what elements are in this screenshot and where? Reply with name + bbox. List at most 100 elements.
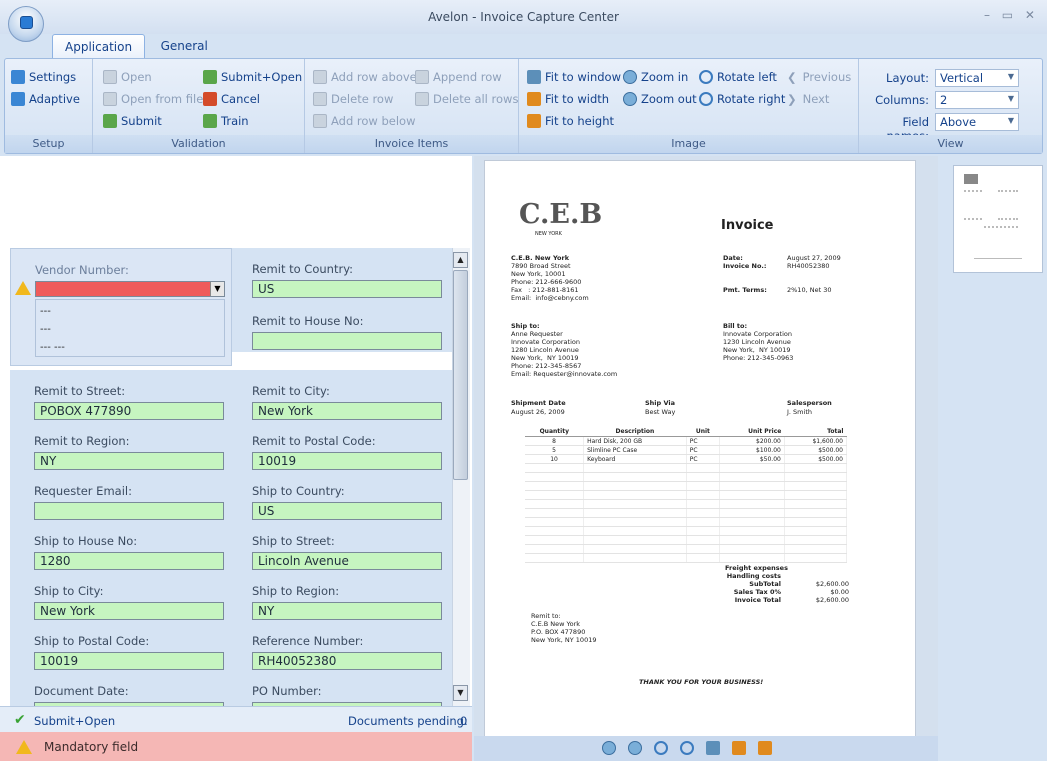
list-item[interactable]: --- [40, 303, 220, 321]
submit-open-link[interactable]: Submit+Open [34, 714, 115, 728]
adaptive-icon [11, 92, 25, 106]
bill-to-address: Bill to: Innovate Corporation 1230 Lincoln… [723, 322, 793, 362]
settings-button[interactable]: Settings [11, 67, 76, 87]
fit-to-height-button[interactable]: Fit to height [527, 111, 614, 131]
vendor-number-combobox[interactable]: ▼ [35, 281, 225, 297]
list-item[interactable]: --- [40, 321, 220, 339]
invoice-logo-sub: NEW YORK [535, 231, 562, 237]
settings-icon [11, 70, 25, 84]
ship-via-header: Ship Via [645, 399, 675, 407]
table-cell [686, 499, 720, 509]
ship-to-city-label: Ship to City: [34, 584, 104, 598]
scroll-thumb[interactable] [453, 270, 468, 480]
chevron-left-icon: ❮ [787, 70, 797, 84]
window-controls[interactable]: – ▭ ✕ [984, 8, 1039, 22]
add-row-above-button[interactable]: Add row above [313, 67, 417, 87]
rotate-left-icon[interactable] [654, 741, 668, 755]
table-row: 8 Hard Disk, 200 GB PC $200.00 $1,600.00 [525, 436, 848, 446]
table-cell [583, 499, 687, 509]
chevron-down-icon: ▼ [1007, 72, 1014, 81]
table-cell [784, 472, 848, 482]
fit-height-icon[interactable] [758, 741, 772, 755]
reference-number-field[interactable]: RH40052380 [252, 652, 442, 670]
doc-line: Freight expenses [725, 564, 788, 572]
rotate-right-button[interactable]: Rotate right [699, 89, 785, 109]
fit-height-icon [527, 114, 541, 128]
append-row-button[interactable]: Append row [415, 67, 502, 87]
shipment-date-header: Shipment Date [511, 399, 566, 407]
group-setup: Settings Adaptive Setup [5, 59, 93, 153]
remit-to-city-field[interactable]: New York [252, 402, 442, 420]
doc-line: Handling costs [726, 572, 781, 580]
scroll-up-icon[interactable]: ▲ [453, 252, 468, 268]
submit-button[interactable]: Submit [103, 111, 162, 131]
ship-to-country-field[interactable]: US [252, 502, 442, 520]
add-row-below-button[interactable]: Add row below [313, 111, 416, 131]
column-header: Unit Price [719, 427, 785, 437]
doc-line: Phone: 212-345-0963 [723, 354, 794, 362]
delete-all-rows-button[interactable]: Delete all rows [415, 89, 518, 109]
company-address: C.E.B. New York 7890 Broad Street New York… [511, 254, 589, 302]
field-names-select[interactable]: Above ▼ [935, 113, 1019, 131]
remit-to-postal-code-field[interactable]: 10019 [252, 452, 442, 470]
fit-to-window-button[interactable]: Fit to window [527, 67, 621, 87]
rotate-left-icon [699, 70, 713, 84]
list-item[interactable]: --- --- [40, 339, 220, 357]
delete-row-button[interactable]: Delete row [313, 89, 393, 109]
doc-line: 2%10, Net 30 [787, 286, 832, 294]
columns-select[interactable]: 2 ▼ [935, 91, 1019, 109]
remit-to-house-no-field[interactable] [252, 332, 442, 350]
rotate-right-icon[interactable] [680, 741, 694, 755]
next-button[interactable]: ❯ Next [787, 89, 829, 109]
zoom-in-button[interactable]: Zoom in [623, 67, 688, 87]
ship-to-region-field[interactable]: NY [252, 602, 442, 620]
doc-line: Invoice Total [734, 596, 781, 604]
submit-open-button[interactable]: Submit+Open [203, 67, 302, 87]
remit-to-country-field[interactable]: US [252, 280, 442, 298]
remit-to-street-field[interactable]: POBOX 477890 [34, 402, 224, 420]
adaptive-button[interactable]: Adaptive [11, 89, 80, 109]
fit-width-icon[interactable] [732, 741, 746, 755]
fit-to-width-button[interactable]: Fit to width [527, 89, 609, 109]
zoom-out-button[interactable]: Zoom out [623, 89, 697, 109]
doc-line: 1230 Lincoln Avenue [723, 338, 791, 346]
zoom-in-icon[interactable] [602, 741, 616, 755]
chevron-down-icon[interactable]: ▼ [210, 282, 224, 296]
tab-application[interactable]: Application [52, 34, 146, 58]
ship-to-city-field[interactable]: New York [34, 602, 224, 620]
zoom-out-icon[interactable] [628, 741, 642, 755]
doc-line: $2,600.00 [815, 580, 849, 588]
remit-to-region-field[interactable]: NY [34, 452, 224, 470]
table-cell [525, 463, 585, 473]
po-number-label: PO Number: [252, 684, 322, 698]
fit-width-icon [527, 92, 541, 106]
table-cell [719, 553, 785, 563]
doc-line: SubTotal [749, 580, 781, 588]
open-button[interactable]: Open [103, 67, 152, 87]
remit-to-address: Remit to: C.E.B New York P.O. BOX 477890 Ne… [531, 612, 596, 644]
page-thumbnail[interactable] [953, 165, 1043, 273]
vendor-number-cell: Vendor Number: ▼ --- --- --- --- [10, 248, 232, 366]
previous-button[interactable]: ❮ Previous [787, 67, 851, 87]
scroll-down-icon[interactable]: ▼ [453, 685, 468, 701]
tab-general[interactable]: General [149, 34, 220, 58]
remit-to-country-cell: Remit to Country: US [232, 248, 452, 300]
invoice-items-table: Quantity Description Unit Unit Price Total 8 H… [525, 427, 848, 563]
ship-to-street-cell: Ship to Street: Lincoln Avenue [232, 520, 452, 572]
train-button[interactable]: Train [203, 111, 249, 131]
ship-to-postal-code-field[interactable]: 10019 [34, 652, 224, 670]
cancel-button[interactable]: Cancel [203, 89, 260, 109]
open-file-icon [103, 92, 117, 106]
ship-to-house-no-field[interactable]: 1280 [34, 552, 224, 570]
requester-email-field[interactable] [34, 502, 224, 520]
rotate-left-button[interactable]: Rotate left [699, 67, 777, 87]
open-from-file-button[interactable]: Open from file [103, 89, 203, 109]
table-cell [784, 553, 848, 563]
application-menu-button[interactable] [8, 6, 44, 42]
layout-select[interactable]: Vertical ▼ [935, 69, 1019, 87]
ship-to-street-field[interactable]: Lincoln Avenue [252, 552, 442, 570]
checkmark-icon: ✔ [14, 712, 26, 728]
table-cell [686, 490, 720, 500]
fit-window-icon[interactable] [706, 741, 720, 755]
submit-open-icon [203, 70, 217, 84]
